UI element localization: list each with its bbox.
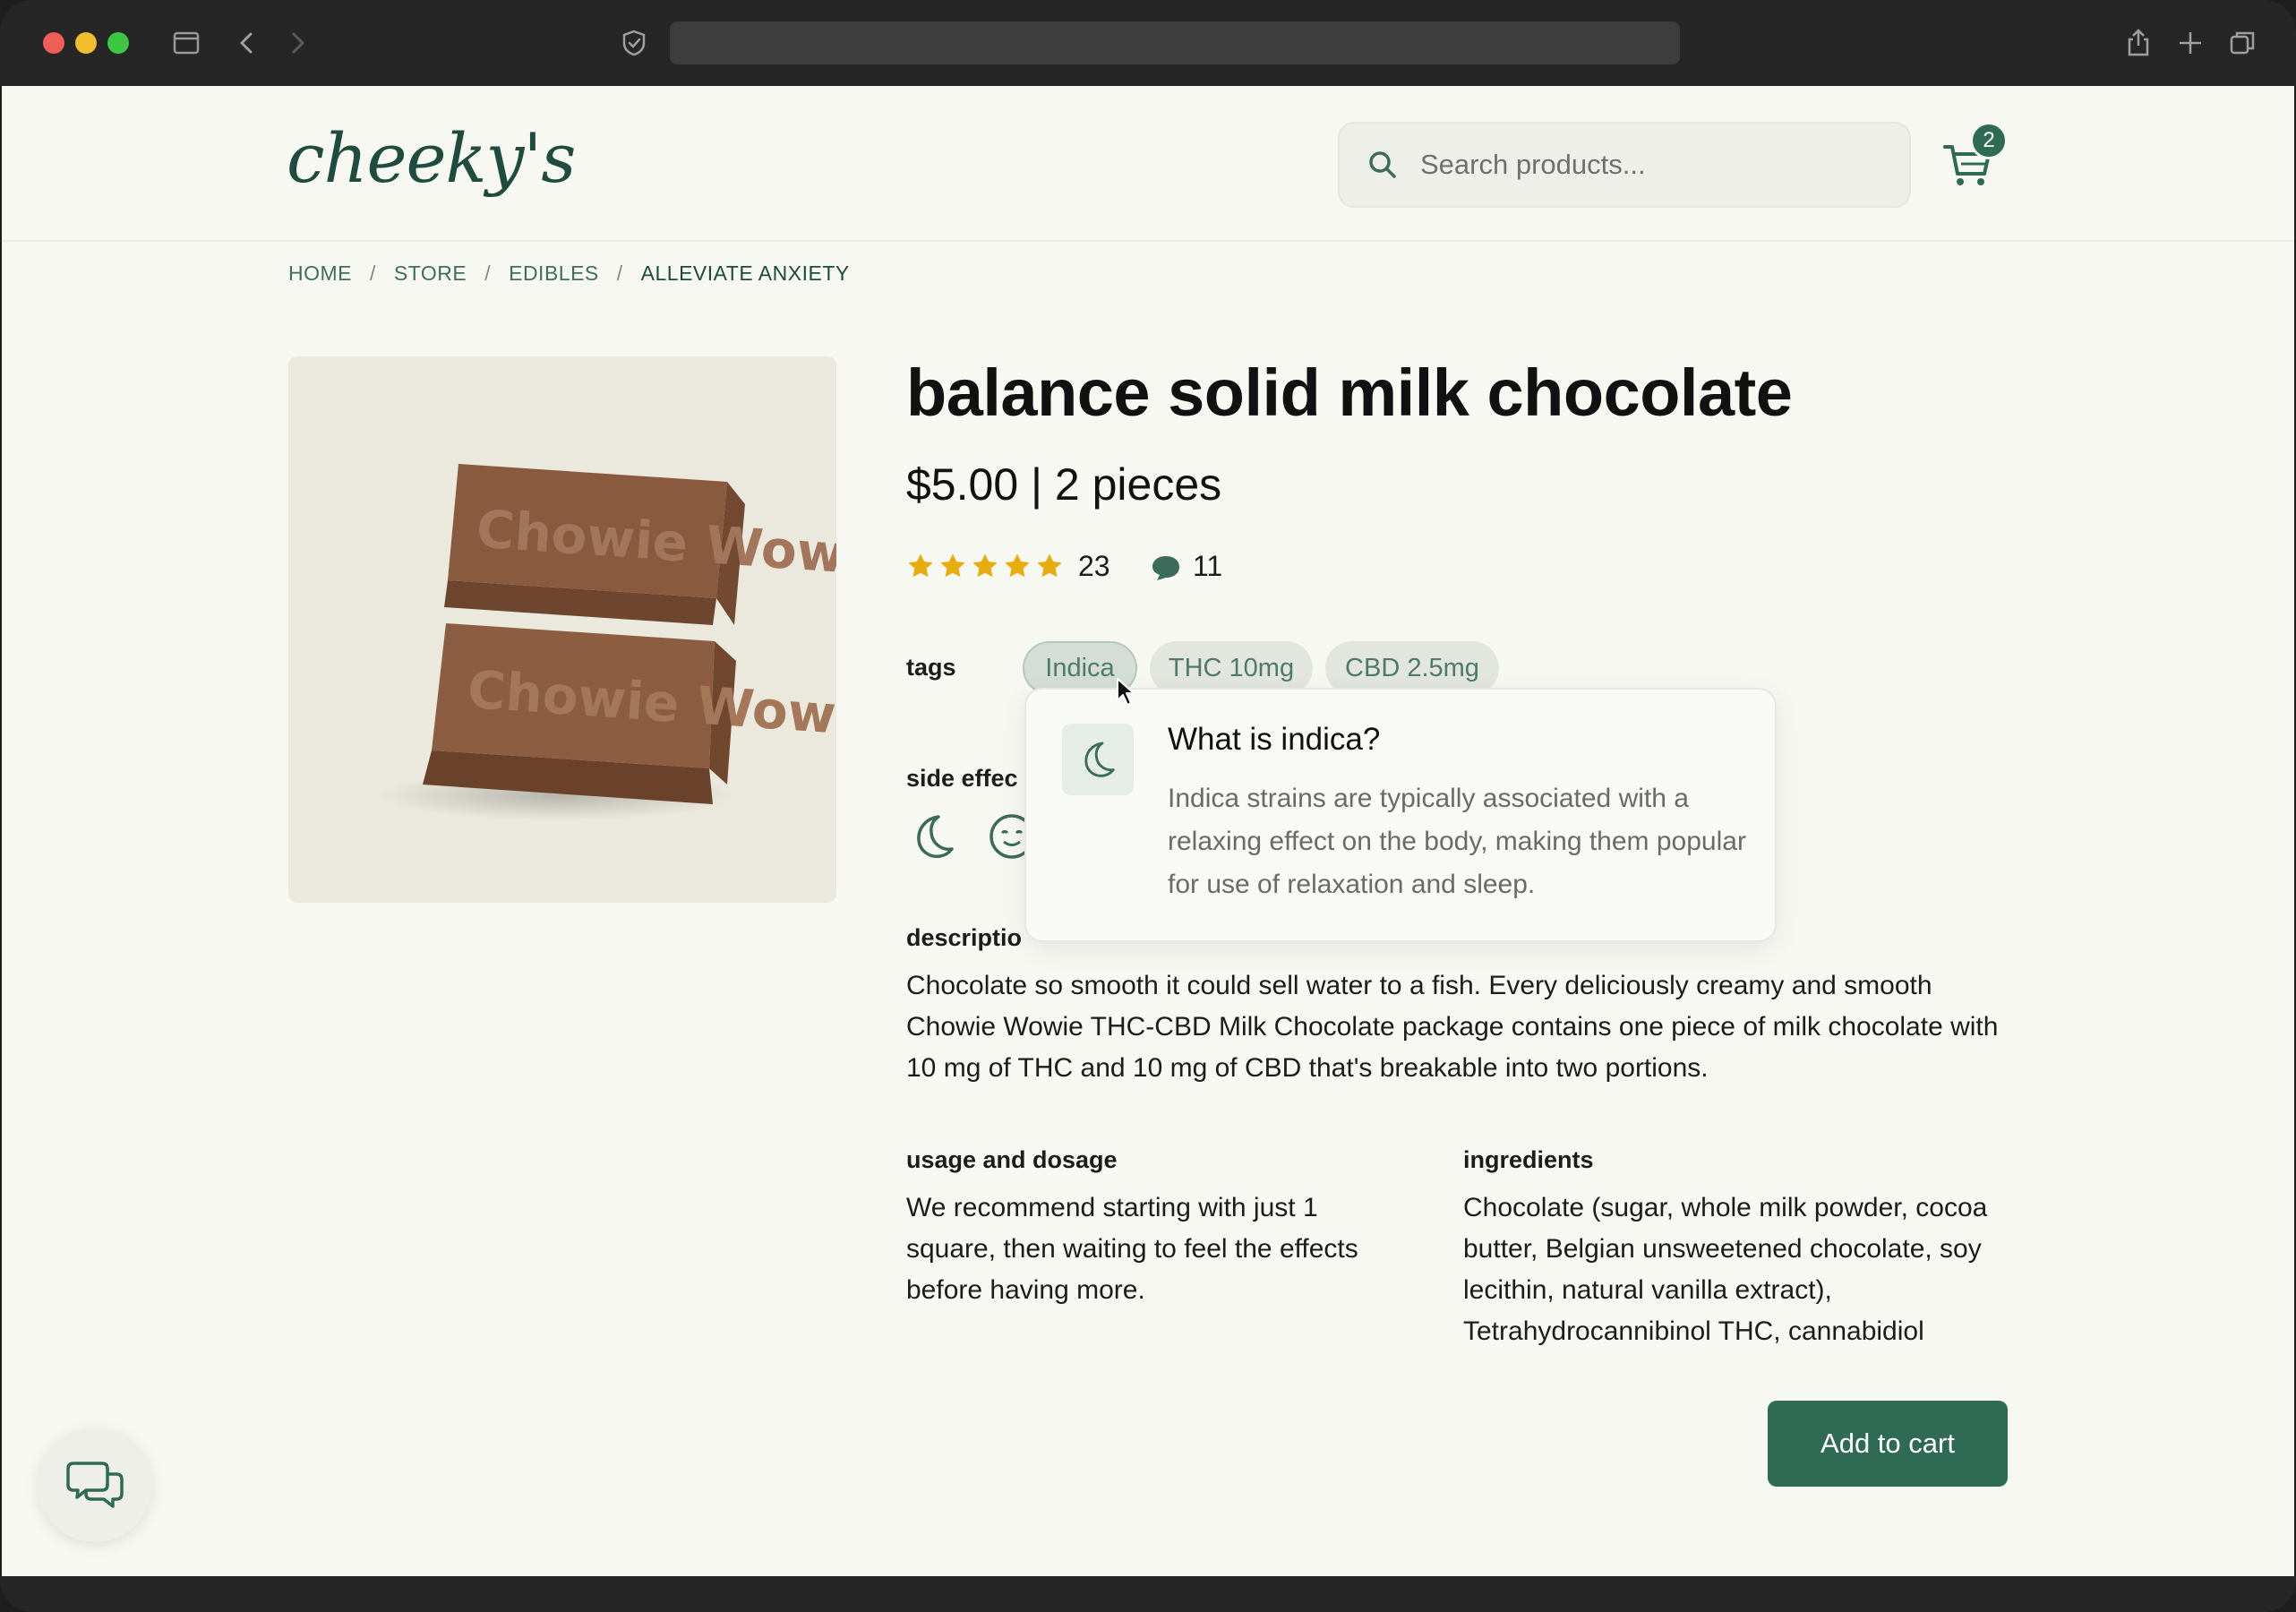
site-logo[interactable]: cheeky's bbox=[287, 118, 576, 198]
usage-text: We recommend starting with just 1 square… bbox=[906, 1193, 1358, 1305]
browser-toolbar bbox=[0, 0, 2296, 86]
product-price: $5.00 | 2 pieces bbox=[906, 459, 1222, 510]
browser-window: cheeky's 2 HOME / STORE / EDIBLES / ALLE… bbox=[0, 0, 2296, 1612]
new-tab-icon[interactable] bbox=[2171, 23, 2210, 63]
sidebar-icon[interactable] bbox=[167, 23, 206, 63]
star-icon bbox=[908, 553, 933, 578]
breadcrumb-home[interactable]: HOME bbox=[288, 262, 352, 286]
minimize-window-button[interactable] bbox=[75, 32, 97, 54]
description-label: descriptio bbox=[906, 924, 1023, 951]
cart-count-badge: 2 bbox=[1970, 122, 2008, 159]
address-bar[interactable] bbox=[670, 21, 1680, 64]
breadcrumb: HOME / STORE / EDIBLES / ALLEVIATE ANXIE… bbox=[288, 262, 850, 286]
star-icon bbox=[1005, 553, 1030, 578]
forward-icon[interactable] bbox=[278, 23, 317, 63]
comment-count[interactable]: 11 bbox=[1193, 550, 1222, 583]
tags-label: tags bbox=[906, 654, 956, 681]
star-rating bbox=[906, 552, 1064, 580]
star-icon bbox=[972, 553, 998, 578]
zoom-window-button[interactable] bbox=[107, 32, 129, 54]
side-effects-label: side effec bbox=[906, 765, 1018, 792]
shield-icon[interactable] bbox=[614, 23, 654, 63]
comment-icon[interactable] bbox=[1150, 553, 1182, 582]
tooltip-body: Indica strains are typically associated … bbox=[1168, 784, 1746, 899]
moon-icon[interactable] bbox=[908, 811, 958, 862]
moon-icon bbox=[1084, 742, 1115, 777]
star-icon bbox=[940, 553, 965, 578]
add-to-cart-button[interactable]: Add to cart bbox=[1768, 1401, 2008, 1487]
product-image: Chowie Wowie Chowie Wowie bbox=[288, 356, 836, 903]
ingredients-label: ingredients bbox=[1463, 1146, 1594, 1173]
star-icon bbox=[1037, 553, 1062, 578]
browser-bottom-edge bbox=[0, 1576, 2296, 1612]
tab-overview-icon[interactable] bbox=[2223, 23, 2262, 63]
breadcrumb-current: ALLEVIATE ANXIETY bbox=[640, 262, 850, 285]
tag-thc[interactable]: THC 10mg bbox=[1150, 641, 1313, 695]
tooltip-title: What is indica? bbox=[1168, 722, 1381, 757]
breadcrumb-store[interactable]: STORE bbox=[394, 262, 467, 286]
search-icon bbox=[1369, 151, 1396, 178]
product-description: Chocolate so smooth it could sell water … bbox=[906, 971, 1999, 1083]
indica-tooltip: What is indica? Indica strains are typic… bbox=[1024, 688, 1777, 942]
product-page: cheeky's 2 HOME / STORE / EDIBLES / ALLE… bbox=[2, 86, 2294, 1576]
ingredients-text: Chocolate (sugar, whole milk powder, coc… bbox=[1463, 1193, 1988, 1346]
search-input[interactable] bbox=[1420, 149, 1886, 181]
site-header: cheeky's 2 bbox=[2, 86, 2294, 242]
rating-count: 23 bbox=[1078, 550, 1110, 582]
chat-button[interactable] bbox=[38, 1428, 152, 1542]
breadcrumb-separator: / bbox=[484, 262, 492, 285]
breadcrumb-edibles[interactable]: EDIBLES bbox=[509, 262, 599, 286]
breadcrumb-separator: / bbox=[370, 262, 376, 285]
chat-bubbles-icon bbox=[66, 1462, 124, 1508]
product-title: balance solid milk chocolate bbox=[906, 356, 1793, 430]
usage-label: usage and dosage bbox=[906, 1146, 1118, 1173]
tooltip-icon-box bbox=[1062, 724, 1134, 795]
mouse-cursor-icon bbox=[1117, 678, 1135, 706]
close-window-button[interactable] bbox=[43, 32, 64, 54]
share-icon[interactable] bbox=[2119, 23, 2158, 63]
breadcrumb-separator: / bbox=[616, 262, 623, 285]
search-box[interactable] bbox=[1338, 122, 1911, 208]
back-icon[interactable] bbox=[227, 23, 267, 63]
tag-cbd[interactable]: CBD 2.5mg bbox=[1325, 641, 1499, 695]
